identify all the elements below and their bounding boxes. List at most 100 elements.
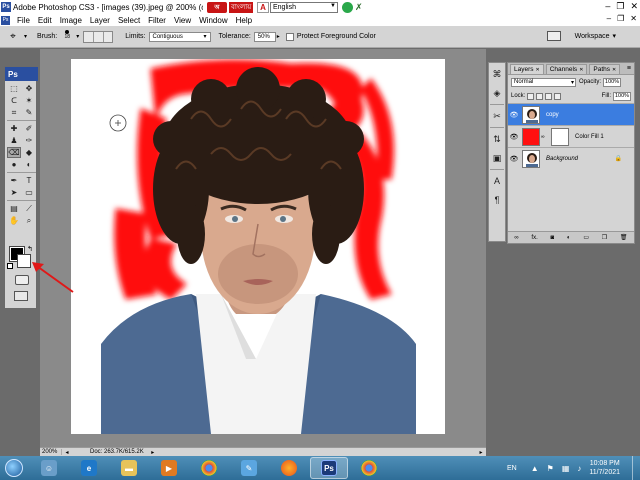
menu-edit[interactable]: Edit [34,16,56,25]
new-group-icon[interactable]: ▭ [583,234,589,241]
flag-icon[interactable]: ⚑ [547,464,554,473]
menu-file[interactable]: File [13,16,34,25]
lock-all-icon[interactable] [554,92,562,100]
tool-preset-arrow-icon[interactable]: ▾ [24,33,27,40]
paint-bucket-tool-icon[interactable]: ◆ [22,147,36,158]
lock-position-icon[interactable] [545,92,553,100]
close-icon[interactable]: ✕ [579,67,583,73]
network-icon[interactable]: ▦ [562,464,570,473]
character-panel-icon[interactable]: A [489,173,505,189]
history-panel-icon[interactable]: ✂ [489,108,505,124]
taskbar-firefox[interactable] [270,457,308,479]
eyedropper-tool-icon[interactable]: ⟋ [22,203,36,214]
brush-preset-picker[interactable]: 18 [60,29,74,44]
screen-mode-icon[interactable] [14,291,28,301]
tray-expand-icon[interactable]: ▲ [531,464,539,473]
layer-style-button[interactable]: fx. [531,235,537,241]
background-eraser-tool-icon[interactable]: ⌫ [7,147,21,158]
input-language[interactable]: EN [507,465,517,472]
sampling-continuous-icon[interactable] [84,31,94,42]
start-button[interactable] [0,457,28,479]
opacity-input[interactable]: 100% [603,77,622,87]
taskbar-photoshop[interactable]: Ps [310,457,348,479]
layer-name[interactable]: copy [546,112,559,118]
link-layers-icon[interactable]: ∞ [514,235,518,241]
blend-mode-select[interactable]: Normal ▾ [511,77,576,87]
show-desktop-button[interactable] [632,456,640,480]
blur-tool-icon[interactable]: ● [7,159,21,170]
avro-logo-icon[interactable]: অ [207,1,227,13]
taskbar-chrome[interactable] [190,457,228,479]
healing-brush-tool-icon[interactable]: ✚ [7,123,21,134]
restore-icon[interactable]: ❐ [616,1,624,12]
default-colors-icon[interactable] [7,263,13,269]
adjustment-layer-icon[interactable]: ◐ [567,235,571,241]
menu-select[interactable]: Select [114,16,144,25]
zoom-tool-icon[interactable]: ⌕ [22,215,36,226]
tab-layers[interactable]: Layers ✕ [510,64,544,74]
lasso-tool-icon[interactable]: ᑕ [7,95,21,106]
tool-preset-icon[interactable]: ⌖ [4,29,22,45]
minimize-icon[interactable]: – [605,1,610,12]
slice-tool-icon[interactable]: ✎ [22,107,36,118]
layer-name[interactable]: Background [546,156,578,162]
brush-dropdown-icon[interactable]: ▾ [76,33,79,40]
menu-image[interactable]: Image [56,16,86,25]
dodge-tool-icon[interactable]: ◐ [22,159,36,170]
document-canvas[interactable] [71,59,445,434]
layer-name[interactable]: Color Fill 1 [575,134,604,140]
layer-mask-thumbnail[interactable] [551,127,569,146]
sampling-swatch-icon[interactable] [104,32,113,42]
scroll-right-icon[interactable]: ▸ [476,449,486,456]
navigator-icon[interactable]: ⌘ [489,66,505,82]
sampling-once-icon[interactable] [94,31,104,42]
doc-minimize-icon[interactable]: – [607,14,611,23]
color-panel-icon[interactable]: ◈ [489,85,505,101]
protect-foreground-checkbox[interactable] [285,32,294,41]
menu-view[interactable]: View [170,16,195,25]
taskbar-paint[interactable]: ✎ [230,457,268,479]
brush-tool-icon[interactable]: ✐ [22,123,36,134]
history-brush-tool-icon[interactable]: ✑ [22,135,36,146]
close-icon[interactable]: ✕ [612,67,616,73]
document-icon[interactable]: Ps [1,15,10,25]
doc-close-icon[interactable]: ✕ [630,14,637,23]
path-selection-tool-icon[interactable]: ➤ [7,187,21,198]
delete-layer-icon[interactable]: 🗑 [620,234,628,241]
status-menu-icon[interactable]: ▸ [148,449,158,456]
taskbar-explorer[interactable]: ▬ [110,457,148,479]
eye-icon[interactable]: 👁 [508,133,520,141]
menu-layer[interactable]: Layer [86,16,114,25]
type-tool-icon[interactable]: T [22,175,36,186]
limits-select[interactable]: Contiguous ▾ [148,31,211,42]
layer-row-background[interactable]: 👁 Background 🔒 [508,147,634,169]
fill-input[interactable]: 100% [613,91,631,101]
ime-status-icon[interactable] [342,1,353,13]
menu-help[interactable]: Help [232,16,256,25]
close-icon[interactable]: ✕ [536,67,540,73]
tolerance-slider-icon[interactable]: ▸ [277,33,280,40]
paragraph-panel-icon[interactable]: ¶ [489,192,505,208]
zoom-level[interactable]: 200% [40,449,62,455]
layer-row-color-fill[interactable]: 👁 ∞ Color Fill 1 [508,125,634,147]
layer-row-copy[interactable]: 👁 copy [508,103,634,125]
tolerance-input[interactable]: 50% [253,31,276,42]
workspace-button[interactable]: Workspace [575,33,610,40]
menu-filter[interactable]: Filter [144,16,170,25]
hand-tool-icon[interactable]: ✋ [7,215,21,226]
clone-stamp-tool-icon[interactable]: ♟ [7,135,21,146]
lock-pixels-icon[interactable] [536,92,544,100]
taskbar-chrome-2[interactable] [350,457,388,479]
tool-presets-icon[interactable]: ▣ [489,150,505,166]
status-prev-icon[interactable]: ◂ [62,449,72,456]
volume-icon[interactable]: ♪ [577,464,581,473]
doc-restore-icon[interactable]: ❐ [617,14,624,23]
ime-tools-icon[interactable]: ✗ [355,2,366,13]
move-tool-icon[interactable]: ✥ [22,83,36,94]
notes-tool-icon[interactable]: ▤ [7,203,21,214]
tab-channels[interactable]: Channels ✕ [545,64,588,74]
panel-menu-icon[interactable]: ≡ [627,65,631,72]
shape-tool-icon[interactable]: ▭ [22,187,36,198]
taskbar-search[interactable]: ☺ [30,457,68,479]
taskbar-media[interactable]: ▶ [150,457,188,479]
